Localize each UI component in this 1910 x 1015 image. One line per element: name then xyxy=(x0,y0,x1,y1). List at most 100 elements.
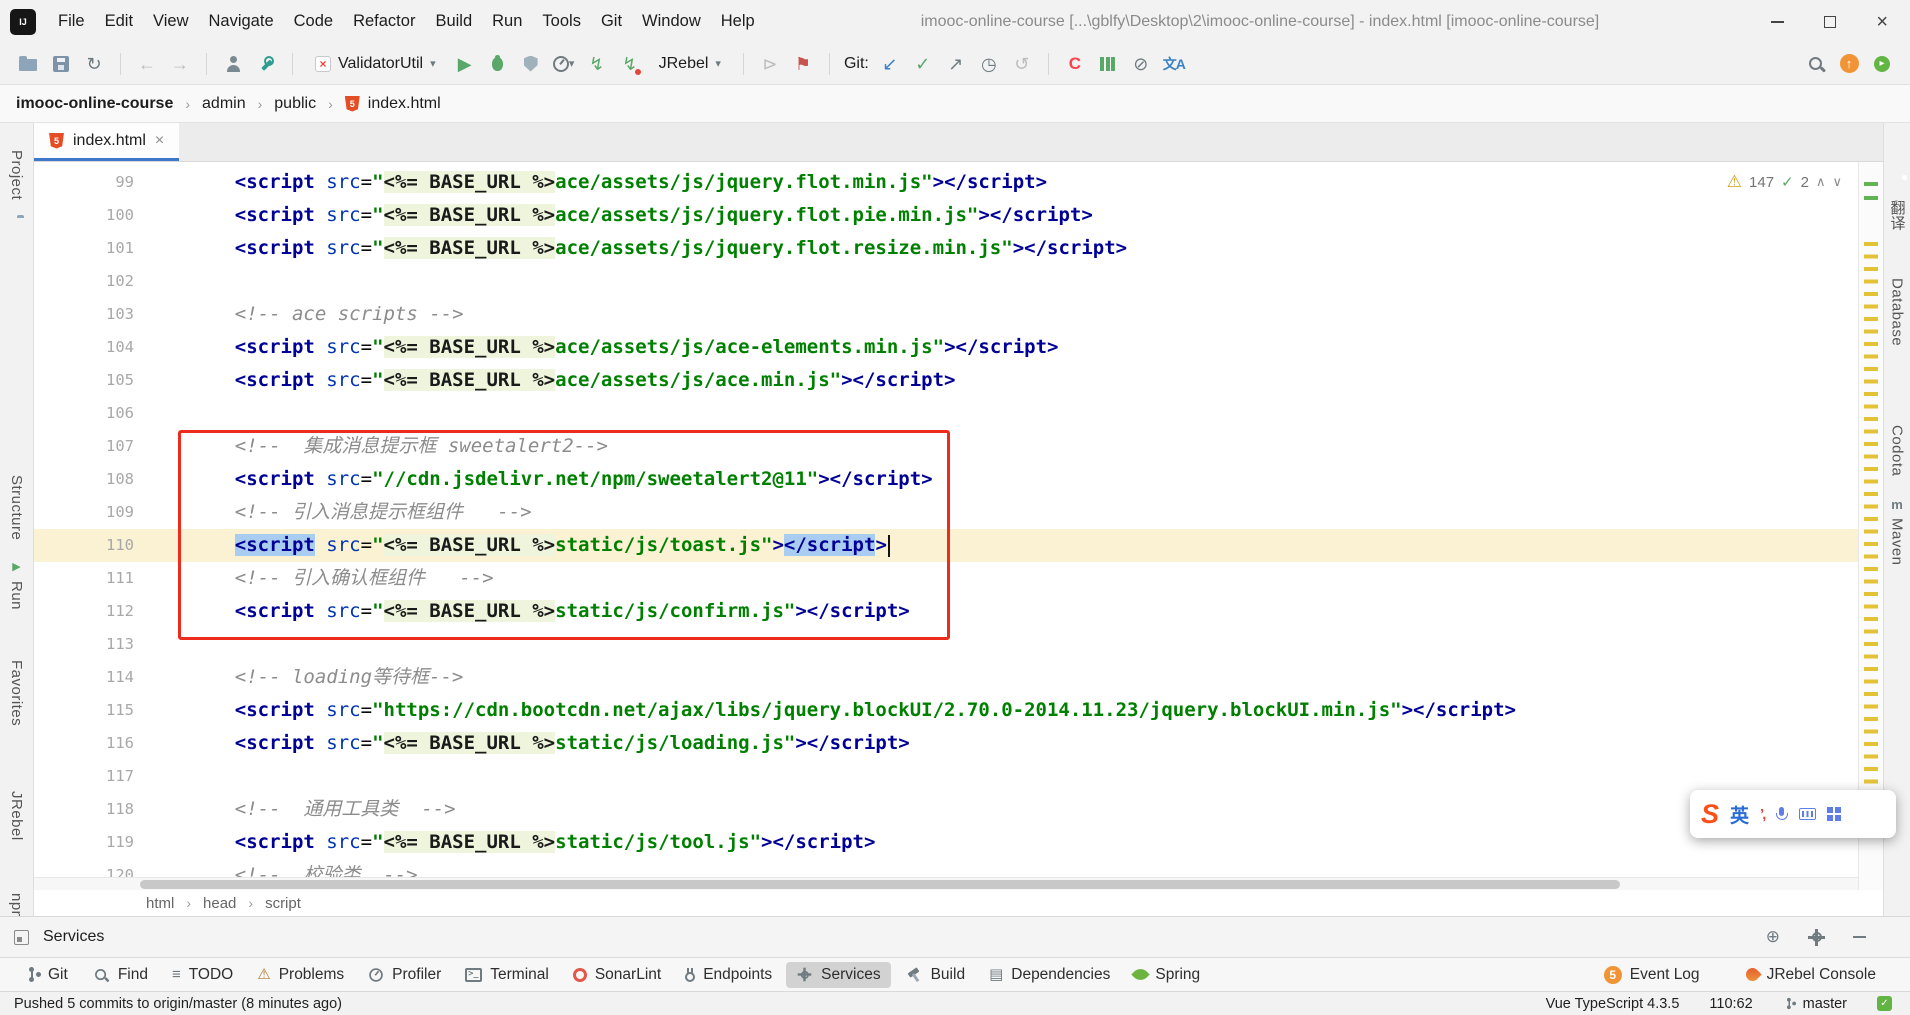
code-line[interactable]: 104 <script src="<%= BASE_URL %>ace/asse… xyxy=(34,331,1858,364)
maven-icon[interactable]: m xyxy=(1891,497,1903,512)
line-number[interactable]: 118 xyxy=(34,793,134,826)
menu-code[interactable]: Code xyxy=(284,7,343,36)
tab-index-html[interactable]: 5 index.html × xyxy=(34,123,180,161)
git-history-button[interactable]: ◷ xyxy=(977,51,1001,77)
close-tab-icon[interactable]: × xyxy=(155,132,164,150)
toolwindow-button-profiler[interactable]: Profiler xyxy=(358,962,451,988)
menu-help[interactable]: Help xyxy=(711,7,765,36)
toolwindow-button-services[interactable]: Services xyxy=(786,961,891,988)
git-update-button[interactable]: ↙ xyxy=(878,51,902,77)
jrebel-debug-button[interactable]: ↯ xyxy=(618,51,642,77)
toolwindow-button-run[interactable]: Run xyxy=(8,581,25,610)
code-text[interactable]: <!-- loading等待框--> xyxy=(134,661,464,694)
stop-flag-button[interactable]: ⚑ xyxy=(791,51,815,77)
line-number[interactable]: 117 xyxy=(34,760,134,793)
status-message[interactable]: Pushed 5 commits to origin/master (8 min… xyxy=(14,996,342,1012)
menu-window[interactable]: Window xyxy=(632,7,711,36)
annotate-button[interactable] xyxy=(221,51,245,77)
menu-run[interactable]: Run xyxy=(482,7,532,36)
warning-count[interactable]: 147 xyxy=(1749,174,1774,191)
line-number[interactable]: 110 xyxy=(34,529,134,562)
forward-button[interactable]: → xyxy=(168,51,192,77)
toolwindow-button-translate[interactable]: 翻译 xyxy=(1887,200,1908,231)
code-line[interactable]: 109 <!-- 引入消息提示框组件 --> xyxy=(34,496,1858,529)
git-commit-button[interactable]: ✓ xyxy=(911,51,935,77)
code-text[interactable]: <script src="<%= BASE_URL %>static/js/to… xyxy=(134,826,875,859)
crumb-html[interactable]: html xyxy=(146,895,174,912)
toolwindow-button-maven[interactable]: Maven xyxy=(1889,518,1906,566)
code-line[interactable]: 119 <script src="<%= BASE_URL %>static/j… xyxy=(34,826,1858,859)
code-line[interactable]: 107 <!-- 集成消息提示框 sweetalert2--> xyxy=(34,430,1858,463)
toolwindow-button-build[interactable]: Build xyxy=(895,962,975,988)
toolwindow-button-structure[interactable]: Structure xyxy=(8,475,25,540)
inspections-widget[interactable]: ⚠ 147 ✓ 2 ∧ ∨ xyxy=(1727,172,1842,192)
sync-button[interactable]: ↻ xyxy=(82,51,106,77)
online-status-button[interactable]: ▸ xyxy=(1870,51,1894,77)
idea-logo-icon[interactable]: IJ xyxy=(10,8,36,35)
profiler-button[interactable]: ▾ xyxy=(552,51,576,77)
toolwindow-button-find[interactable]: Find xyxy=(82,962,158,988)
toolwindow-button-database[interactable]: Database xyxy=(1889,278,1906,346)
codota-button[interactable]: C xyxy=(1063,51,1087,77)
code-text[interactable]: <!-- ace scripts --> xyxy=(134,298,464,331)
code-text[interactable]: <script src="<%= BASE_URL %>static/js/lo… xyxy=(134,727,910,760)
statistics-button[interactable] xyxy=(1096,51,1120,77)
code-text[interactable]: <!-- 通用工具类 --> xyxy=(134,793,456,826)
line-number[interactable]: 111 xyxy=(34,562,134,595)
breadcrumb-public[interactable]: public xyxy=(274,95,316,113)
breadcrumb-project[interactable]: imooc-online-course xyxy=(16,95,173,113)
line-number[interactable]: 119 xyxy=(34,826,134,859)
prev-issue-icon[interactable]: ∧ xyxy=(1816,174,1826,190)
code-line[interactable]: 116 <script src="<%= BASE_URL %>static/j… xyxy=(34,727,1858,760)
line-number[interactable]: 108 xyxy=(34,463,134,496)
line-number[interactable]: 113 xyxy=(34,628,134,661)
microphone-icon[interactable] xyxy=(1775,806,1789,823)
line-number[interactable]: 105 xyxy=(34,364,134,397)
toolwindow-button-dependencies[interactable]: ▤ Dependencies xyxy=(979,962,1120,988)
toolwindow-button-event-log[interactable]: 5 Event Log xyxy=(1594,962,1710,988)
code-text[interactable]: <script src="<%= BASE_URL %>ace/assets/j… xyxy=(134,331,1058,364)
code-text[interactable]: <!-- 引入消息提示框组件 --> xyxy=(134,496,532,529)
menu-tools[interactable]: Tools xyxy=(532,7,591,36)
typo-count[interactable]: 2 xyxy=(1801,174,1809,191)
code-text[interactable] xyxy=(134,760,189,793)
menu-navigate[interactable]: Navigate xyxy=(199,7,284,36)
translate-button[interactable]: 文A xyxy=(1162,51,1186,77)
code-line[interactable]: 118 <!-- 通用工具类 --> xyxy=(34,793,1858,826)
line-number[interactable]: 102 xyxy=(34,265,134,298)
crumb-head[interactable]: head xyxy=(203,895,236,912)
external-tools-button[interactable] xyxy=(254,51,278,77)
line-number[interactable]: 114 xyxy=(34,661,134,694)
line-number[interactable]: 107 xyxy=(34,430,134,463)
power-save-button[interactable]: ⊘ xyxy=(1129,51,1153,77)
code-text[interactable]: <script src="<%= BASE_URL %>ace/assets/j… xyxy=(134,232,1127,265)
typescript-widget[interactable]: Vue TypeScript 4.3.5 xyxy=(1546,996,1680,1012)
menu-build[interactable]: Build xyxy=(425,7,482,36)
code-text[interactable] xyxy=(134,628,189,661)
run-button[interactable]: ▶ xyxy=(453,51,477,77)
toolwindow-button-todo[interactable]: ≡ TODO xyxy=(162,962,243,988)
menu-refactor[interactable]: Refactor xyxy=(343,7,425,36)
toolwindow-button-codota[interactable]: Codota xyxy=(1889,425,1906,476)
code-text[interactable]: <script src="<%= BASE_URL %>ace/assets/j… xyxy=(134,364,956,397)
code-line[interactable]: 106 xyxy=(34,397,1858,430)
sogou-logo-icon[interactable]: S xyxy=(1701,800,1719,828)
minimize-window-icon[interactable] xyxy=(1771,20,1785,23)
back-button[interactable]: ← xyxy=(135,51,159,77)
code-line[interactable]: 99 <script src="<%= BASE_URL %>ace/asset… xyxy=(34,166,1858,199)
toolwindow-button-favorites[interactable]: Favorites xyxy=(8,660,25,726)
toolwindow-button-terminal[interactable]: Terminal xyxy=(455,962,559,988)
toolwindow-switcher-icon[interactable] xyxy=(14,929,29,945)
phrase-icon[interactable]: ’, xyxy=(1760,806,1767,823)
git-branch-widget[interactable]: master xyxy=(1783,995,1847,1012)
menu-file[interactable]: File xyxy=(48,7,95,36)
crumb-script[interactable]: script xyxy=(265,895,301,912)
caret-position-widget[interactable]: 110:62 xyxy=(1709,996,1752,1012)
toolwindow-button-git[interactable]: Git xyxy=(16,962,78,988)
git-push-button[interactable]: ↗ xyxy=(944,51,968,77)
search-everywhere-button[interactable] xyxy=(1804,51,1828,77)
toolwindow-button-endpoints[interactable]: Endpoints xyxy=(675,962,782,988)
code-text[interactable]: <script src="//cdn.jsdelivr.net/npm/swee… xyxy=(134,463,933,496)
line-number[interactable]: 104 xyxy=(34,331,134,364)
toolwindow-button-sonarlint[interactable]: SonarLint xyxy=(563,962,671,988)
